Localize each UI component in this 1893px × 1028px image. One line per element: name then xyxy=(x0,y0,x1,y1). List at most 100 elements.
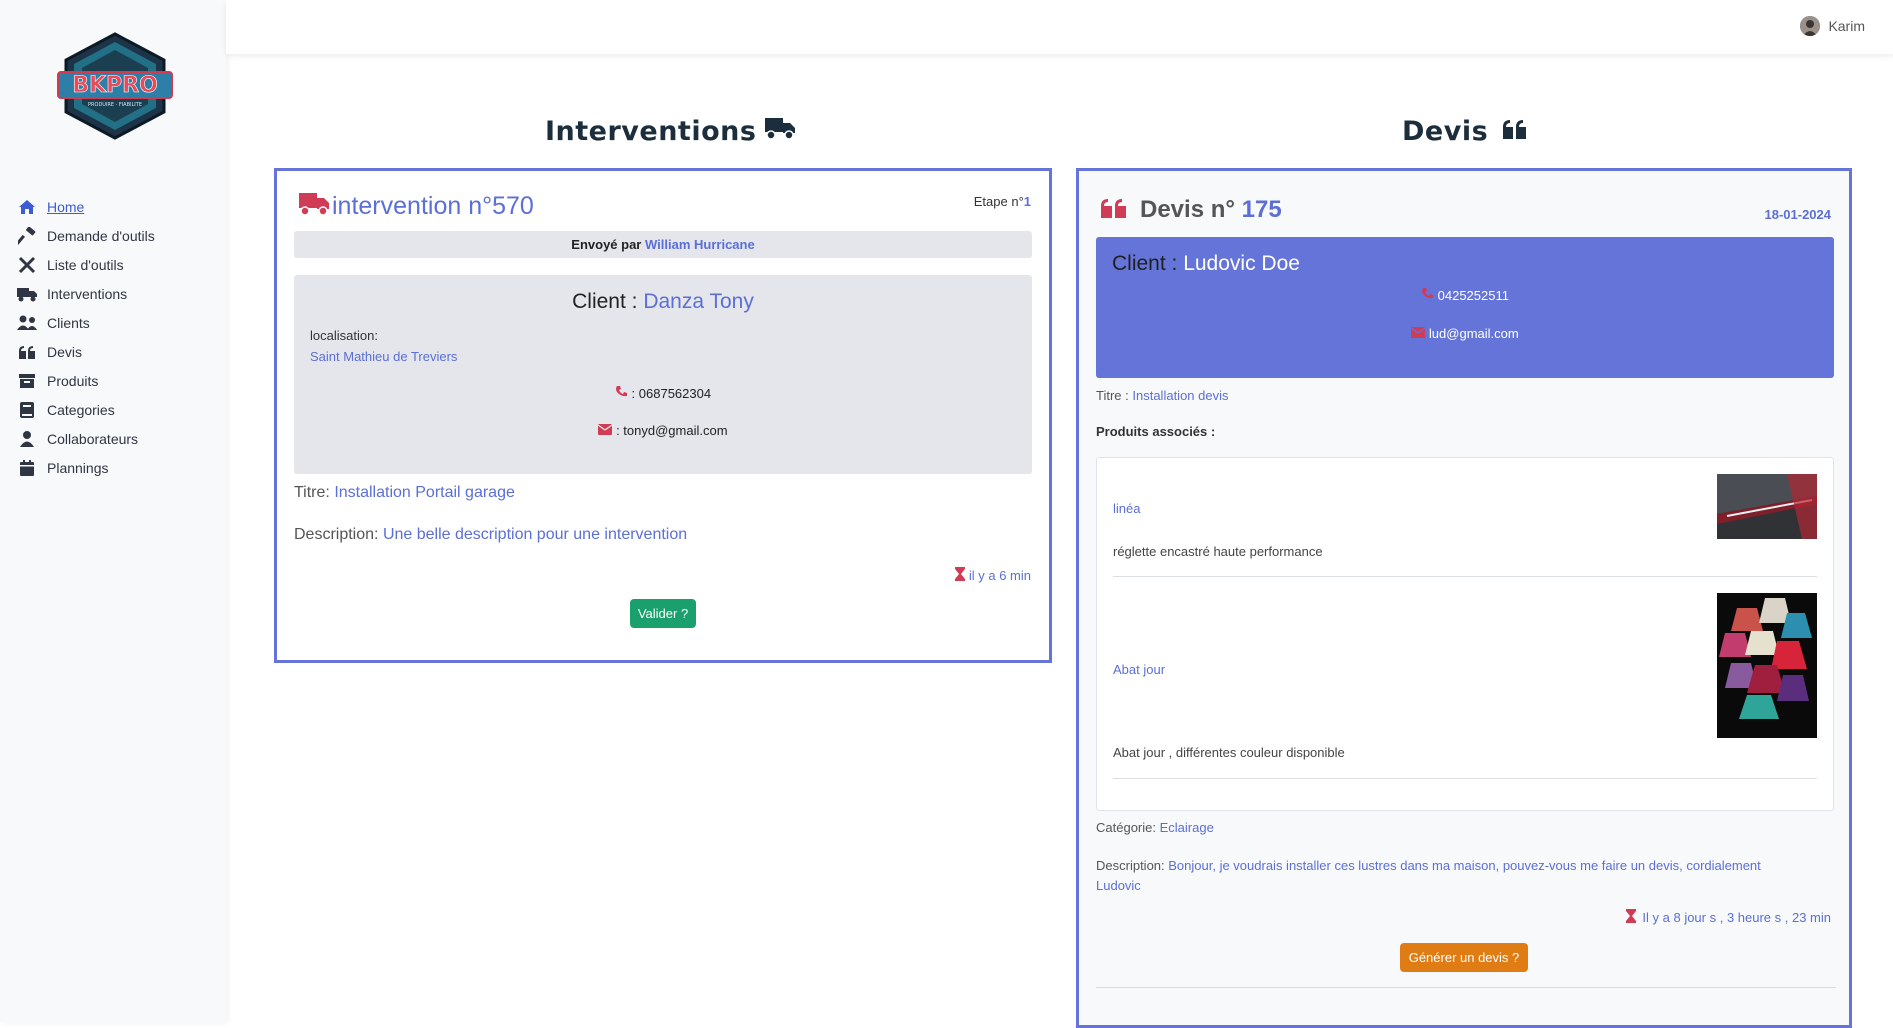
sidebar-nav: Home Demande d'outils Liste d'outils Int… xyxy=(16,192,155,482)
book-icon xyxy=(16,401,38,419)
sidebar-item-label: Demande d'outils xyxy=(47,227,155,244)
client-email: : tonyd@gmail.com xyxy=(294,423,1032,438)
sidebar-item-devis[interactable]: Devis xyxy=(16,337,155,366)
hourglass-icon xyxy=(954,567,965,584)
phone-value: 0425252511 xyxy=(1437,288,1509,303)
client-label: Client : xyxy=(1112,252,1178,275)
sidebar-item-collaborateurs[interactable]: Collaborateurs xyxy=(16,424,155,453)
intervention-title: intervention n°570 xyxy=(298,191,534,222)
sent-by-bar: Envoyé par William Hurricane xyxy=(294,231,1032,258)
sent-by-name[interactable]: William Hurricane xyxy=(645,237,755,252)
brand-logo[interactable]: BKPRO PRODUIRE · FIABILITE xyxy=(56,32,174,140)
description-value: Bonjour, je voudrais installer ces lustr… xyxy=(1168,858,1761,873)
phone-value: : 0687562304 xyxy=(631,386,712,401)
product-name[interactable]: linéa xyxy=(1113,501,1140,516)
validate-button[interactable]: Valider ? xyxy=(629,599,697,628)
sidebar-item-label: Home xyxy=(47,198,85,215)
users-icon xyxy=(16,314,38,332)
section-title-text: Devis xyxy=(1402,116,1489,147)
devis-client-phone: 0425252511 xyxy=(1096,287,1834,303)
product-image-abat-jour xyxy=(1717,593,1817,738)
devis-client-heading: Client : Ludovic Doe xyxy=(1112,252,1300,276)
devis-date: 18-01-2024 xyxy=(1764,207,1832,222)
description-label: Description: xyxy=(294,526,379,543)
user-icon xyxy=(16,430,38,448)
validate-row: Valider ? xyxy=(277,599,1049,628)
envelope-icon xyxy=(1410,326,1426,341)
client-label: Client : xyxy=(572,290,638,313)
sidebar-item-produits[interactable]: Produits xyxy=(16,366,155,395)
truck-icon xyxy=(298,191,330,222)
sidebar-item-categories[interactable]: Categories xyxy=(16,395,155,424)
intervention-title-prefix: intervention n° xyxy=(332,192,493,220)
phone-icon xyxy=(1421,288,1434,303)
product-divider xyxy=(1113,576,1817,577)
devis-card: Devis n° 175 18-01-2024 Client : Ludovic… xyxy=(1076,168,1852,1028)
user-menu[interactable]: Karim xyxy=(1800,16,1865,36)
categorie-value[interactable]: Eclairage xyxy=(1160,820,1214,835)
intervention-number: 570 xyxy=(492,192,534,220)
tools-icon xyxy=(16,256,38,274)
sidebar-item-demande-outils[interactable]: Demande d'outils xyxy=(16,221,155,250)
devis-description-row: Description: Bonjour, je voudrais instal… xyxy=(1096,856,1836,896)
categorie-row: Catégorie: Eclairage xyxy=(1096,820,1214,835)
produits-list: linéa réglette encastré haute performanc… xyxy=(1096,457,1834,811)
sidebar-item-home[interactable]: Home xyxy=(16,192,155,221)
email-value: : tonyd@gmail.com xyxy=(616,423,728,438)
sidebar-item-label: Clients xyxy=(47,314,90,331)
svg-text:BKPRO: BKPRO xyxy=(72,73,158,98)
client-heading: Client : Danza Tony xyxy=(294,290,1032,314)
produits-label: Produits associés : xyxy=(1096,424,1216,439)
topbar: Karim xyxy=(226,0,1893,54)
sidebar-item-interventions[interactable]: Interventions xyxy=(16,279,155,308)
description-value-cont: Ludovic xyxy=(1096,878,1141,893)
titre-row: Titre: Installation Portail garage xyxy=(294,484,515,502)
product-name[interactable]: Abat jour xyxy=(1113,662,1165,677)
localisation-label: localisation: xyxy=(310,328,378,343)
calendar-icon xyxy=(16,459,38,477)
quote-icon xyxy=(1100,197,1128,224)
intervention-card: intervention n°570 Etape n°1 Envoyé par … xyxy=(274,168,1052,663)
email-value: lud@gmail.com xyxy=(1428,326,1519,341)
interventions-section-title: Interventions xyxy=(545,116,796,147)
box-icon xyxy=(16,372,38,390)
product-description: Abat jour , différentes couleur disponib… xyxy=(1113,745,1345,760)
client-phone: : 0687562304 xyxy=(294,385,1032,401)
truck-icon xyxy=(16,285,38,303)
user-name: Karim xyxy=(1828,18,1865,34)
categorie-label: Catégorie: xyxy=(1096,820,1156,835)
description-row: Description: Une belle description pour … xyxy=(294,526,687,544)
description-value: Une belle description pour une intervent… xyxy=(382,526,688,543)
titre-label: Titre : xyxy=(1096,388,1129,403)
client-panel: Client : Danza Tony localisation: Saint … xyxy=(294,275,1032,474)
client-name[interactable]: Danza Tony xyxy=(643,290,754,313)
etape-label: Etape n°1 xyxy=(974,194,1031,209)
sidebar-item-label: Devis xyxy=(47,343,83,360)
etape-prefix: Etape n° xyxy=(973,194,1024,209)
localisation-value[interactable]: Saint Mathieu de Treviers xyxy=(310,349,457,364)
home-icon xyxy=(16,198,38,216)
avatar xyxy=(1800,16,1821,36)
sidebar-item-liste-outils[interactable]: Liste d'outils xyxy=(16,250,155,279)
sidebar-item-clients[interactable]: Clients xyxy=(16,308,155,337)
titre-value: Installation devis xyxy=(1132,388,1229,403)
sidebar-item-label: Interventions xyxy=(47,285,128,302)
quote-icon xyxy=(1502,116,1528,147)
devis-number: 175 xyxy=(1241,196,1282,223)
devis-title-prefix: Devis n° xyxy=(1140,196,1235,223)
sidebar-item-label: Liste d'outils xyxy=(47,256,124,273)
generate-devis-button[interactable]: Générer un devis ? xyxy=(1399,943,1529,972)
quote-icon xyxy=(16,343,38,361)
client-name[interactable]: Ludovic Doe xyxy=(1183,252,1300,275)
envelope-icon xyxy=(598,423,613,438)
devis-client-email: lud@gmail.com xyxy=(1096,326,1834,341)
etape-value: 1 xyxy=(1023,194,1031,209)
sidebar-item-label: Plannings xyxy=(47,459,109,476)
svg-text:PRODUIRE · FIABILITE: PRODUIRE · FIABILITE xyxy=(88,102,142,108)
sidebar-item-plannings[interactable]: Plannings xyxy=(16,453,155,482)
devis-client-panel: Client : Ludovic Doe 0425252511 lud@gmai… xyxy=(1096,237,1834,378)
titre-value: Installation Portail garage xyxy=(334,484,515,501)
hammer-icon xyxy=(16,226,38,245)
sidebar-item-label: Categories xyxy=(47,401,115,418)
devis-section-title: Devis xyxy=(1402,116,1528,147)
